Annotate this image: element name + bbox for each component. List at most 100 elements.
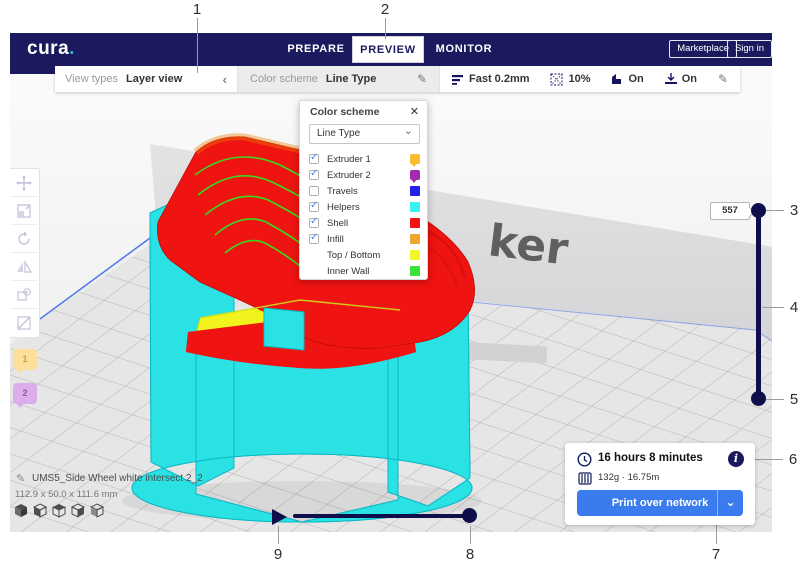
row-infill[interactable]: Infill (309, 232, 420, 246)
callout-line-2 (385, 18, 386, 39)
infill-setting: 10% (550, 73, 590, 86)
view-left-button[interactable] (70, 503, 86, 519)
color-scheme-value: Line Type (326, 73, 377, 85)
scale-tool-button[interactable] (10, 197, 38, 225)
color-swatch (410, 234, 420, 244)
callout-1: 1 (189, 1, 205, 18)
tab-preview[interactable]: PREVIEW (352, 36, 424, 63)
model-dimensions: 112.9 x 50.0 x 111.6 mm (15, 489, 117, 500)
simulation-play-button[interactable] (272, 509, 287, 525)
info-icon[interactable]: i (728, 451, 744, 467)
print-job-panel: 16 hours 8 minutes 132g · 16.75m i Print… (565, 443, 755, 525)
edit-print-settings-icon[interactable]: ✎ (718, 72, 728, 86)
cura-app-window: ker (10, 33, 772, 532)
callout-8: 8 (462, 546, 478, 563)
callout-5: 5 (786, 391, 800, 408)
layer-slider-bottom-handle[interactable] (751, 391, 766, 406)
simulation-slider-handle[interactable] (462, 508, 477, 523)
color-scheme-label: Color scheme (250, 73, 318, 85)
collapse-chevron-icon[interactable]: ‹ (223, 72, 227, 87)
logo-block (10, 66, 55, 74)
chevron-down-icon: ⌄ (404, 122, 413, 140)
checkbox[interactable] (309, 154, 319, 164)
callout-line-8 (470, 526, 471, 544)
row-extruder-1[interactable]: Extruder 1 (309, 152, 420, 166)
close-icon[interactable]: ✕ (410, 105, 419, 118)
clock-icon (577, 452, 592, 467)
print-time-estimate: 16 hours 8 minutes (598, 452, 703, 464)
color-swatch (410, 202, 420, 212)
row-top-bottom: Top / Bottom (309, 248, 420, 262)
material-spool-icon (578, 472, 592, 485)
color-swatch (410, 250, 420, 260)
print-over-network-button[interactable]: Print over network ⌄ (577, 490, 743, 516)
preview-toolbar: View types Layer view ‹ Color scheme Lin… (55, 66, 740, 92)
color-swatch (410, 218, 420, 228)
extruder-1-badge[interactable]: 1 (13, 349, 37, 370)
profile-setting: Fast 0.2mm (452, 73, 530, 85)
logo-dot: . (69, 38, 75, 59)
callout-line-9 (278, 526, 279, 544)
callout-3: 3 (786, 202, 800, 219)
print-options-chevron-icon[interactable]: ⌄ (717, 490, 743, 516)
support-setting: On (611, 73, 643, 85)
cura-logo: cura. (27, 38, 75, 60)
line-type-dropdown[interactable]: Line Type ⌄ (309, 124, 420, 144)
tab-monitor[interactable]: MONITOR (428, 33, 500, 66)
move-tool-button[interactable] (10, 169, 38, 197)
rotate-tool-button[interactable] (10, 225, 38, 253)
tab-prepare[interactable]: PREPARE (280, 33, 352, 66)
callout-9: 9 (270, 546, 286, 563)
popup-title: Color scheme (310, 106, 379, 118)
row-inner-wall: Inner Wall (309, 264, 420, 278)
callout-line-1 (197, 18, 198, 73)
callout-2: 2 (377, 1, 393, 18)
checkbox[interactable] (309, 170, 319, 180)
checkbox[interactable] (309, 234, 319, 244)
view-3d-button[interactable] (13, 503, 29, 519)
per-model-settings-button[interactable] (10, 281, 38, 309)
callout-line-3 (766, 210, 784, 211)
screenshot-frame: ker (0, 0, 800, 566)
checkbox[interactable] (309, 218, 319, 228)
view-types-selector[interactable]: View types Layer view ‹ (55, 66, 238, 92)
adhesion-setting: On (665, 73, 697, 85)
material-usage-estimate: 132g · 16.75m (598, 472, 659, 483)
support-blocker-button[interactable] (10, 309, 38, 337)
callout-6: 6 (785, 451, 800, 468)
infill-icon (550, 73, 563, 86)
row-shell[interactable]: Shell (309, 216, 420, 230)
model-name: UMS5_Side Wheel white intersect 2_2 (32, 473, 203, 484)
sign-in-button[interactable]: Sign in (727, 40, 772, 58)
tool-sidebar (10, 168, 40, 338)
checkbox[interactable] (309, 186, 319, 196)
simulation-slider-track[interactable] (293, 514, 473, 518)
callout-4: 4 (786, 299, 800, 316)
print-settings-summary[interactable]: Fast 0.2mm 10% On On ✎ (440, 66, 740, 92)
row-helpers[interactable]: Helpers (309, 200, 420, 214)
checkbox[interactable] (309, 202, 319, 212)
adhesion-icon (665, 73, 677, 85)
layer-slider-track[interactable] (756, 211, 761, 399)
mirror-tool-button[interactable] (10, 253, 38, 281)
view-top-button[interactable] (51, 503, 67, 519)
edit-color-scheme-icon[interactable]: ✎ (417, 72, 427, 86)
color-swatch (410, 154, 420, 164)
view-types-label: View types (65, 73, 118, 85)
callout-line-5 (766, 399, 784, 400)
view-front-button[interactable] (32, 503, 48, 519)
callout-7: 7 (708, 546, 724, 563)
layer-number-tooltip: 557 (710, 202, 750, 220)
extruder-2-badge[interactable]: 2 (13, 383, 37, 404)
view-right-button[interactable] (89, 503, 105, 519)
row-extruder-2[interactable]: Extruder 2 (309, 168, 420, 182)
color-swatch (410, 186, 420, 196)
layer-height-icon (452, 74, 464, 85)
support-icon (611, 73, 623, 85)
color-scheme-selector[interactable]: Color scheme Line Type ✎ (238, 66, 440, 92)
callout-line-4 (762, 307, 784, 308)
rename-model-icon[interactable]: ✎ (16, 472, 25, 485)
color-scheme-popup: Color scheme ✕ Line Type ⌄ Extruder 1 Ex… (299, 100, 428, 280)
row-travels[interactable]: Travels (309, 184, 420, 198)
layer-slider-top-handle[interactable] (751, 203, 766, 218)
